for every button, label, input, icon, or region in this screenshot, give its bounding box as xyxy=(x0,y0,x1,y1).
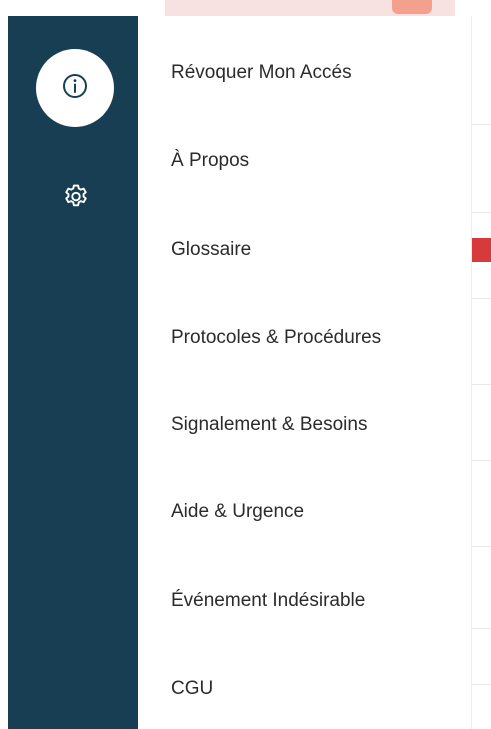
divider xyxy=(472,298,491,299)
menu-item-aide-urgence[interactable]: Aide & Urgence xyxy=(171,501,304,523)
info-circle-icon xyxy=(62,73,88,104)
screen: Révoquer Mon Accés À Propos Glossaire Pr… xyxy=(0,0,491,729)
menu-item-protocoles-procedures[interactable]: Protocoles & Procédures xyxy=(171,327,381,349)
divider xyxy=(472,628,491,629)
background-page-edge xyxy=(471,16,491,729)
menu-item-cgu[interactable]: CGU xyxy=(171,678,213,700)
divider xyxy=(472,546,491,547)
background-page-strip xyxy=(0,0,491,16)
divider xyxy=(472,384,491,385)
menu-item-revoquer-acces[interactable]: Révoquer Mon Accés xyxy=(171,62,352,84)
divider xyxy=(472,684,491,685)
info-button[interactable] xyxy=(36,49,114,127)
sidebar xyxy=(8,16,138,729)
gear-icon xyxy=(61,182,91,217)
divider xyxy=(472,212,491,213)
menu-item-glossaire[interactable]: Glossaire xyxy=(171,239,251,261)
menu-item-evenement-indesirable[interactable]: Événement Indésirable xyxy=(171,590,365,612)
background-red-tag xyxy=(472,238,491,262)
divider xyxy=(472,124,491,125)
background-badge xyxy=(392,0,432,14)
divider xyxy=(472,460,491,461)
settings-button[interactable] xyxy=(59,182,93,216)
navigation-menu: Révoquer Mon Accés À Propos Glossaire Pr… xyxy=(138,16,471,729)
menu-item-a-propos[interactable]: À Propos xyxy=(171,150,249,172)
menu-item-signalement-besoins[interactable]: Signalement & Besoins xyxy=(171,414,367,436)
